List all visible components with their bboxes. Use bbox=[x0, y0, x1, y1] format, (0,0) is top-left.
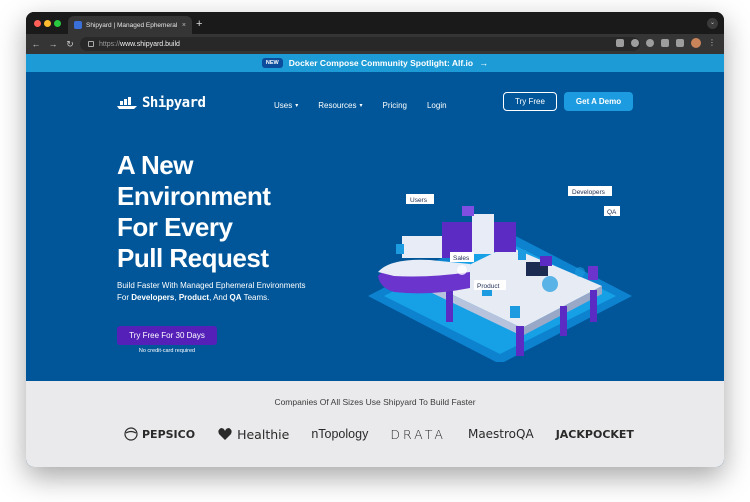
shipyard-logo[interactable]: Shipyard bbox=[117, 95, 206, 111]
try-free-30-days-button[interactable]: Try Free For 30 Days bbox=[117, 326, 217, 345]
url-host: www.shipyard.build bbox=[120, 40, 180, 48]
customer-logos-section: Companies Of All Sizes Use Shipyard To B… bbox=[26, 381, 724, 467]
browser-window: Shipyard | Managed Ephemeral × + ⌄ ← → ↻… bbox=[26, 12, 724, 467]
label-developers: Developers bbox=[572, 189, 606, 196]
bookmark-star-icon[interactable] bbox=[631, 39, 639, 47]
nav-pricing[interactable]: Pricing bbox=[383, 101, 407, 110]
back-arrow-icon[interactable]: ← bbox=[29, 39, 43, 49]
tab-title: Shipyard | Managed Ephemeral bbox=[86, 21, 178, 29]
nav-resources[interactable]: Resources ▾ bbox=[318, 101, 362, 110]
toolbar-icons: ⋮ bbox=[616, 38, 716, 48]
hero-title-line: Pull Request bbox=[117, 243, 269, 273]
pepsico-logo: PEPSICO bbox=[124, 427, 195, 441]
logo-text: Shipyard bbox=[142, 95, 206, 111]
label-users: Users bbox=[410, 197, 428, 204]
hero-subtitle: Build Faster With Managed Ephemeral Envi… bbox=[117, 281, 306, 302]
healthie-heart-icon bbox=[218, 428, 232, 440]
minimize-window-button[interactable] bbox=[44, 20, 51, 27]
site-navigation: Shipyard Uses ▾ Resources ▾ Pricing Logi… bbox=[26, 72, 724, 130]
nav-uses[interactable]: Uses ▾ bbox=[274, 101, 298, 110]
shipyard-favicon-icon bbox=[74, 21, 82, 29]
label-sales: Sales bbox=[453, 255, 470, 262]
new-tab-button[interactable]: + bbox=[196, 17, 202, 31]
hero-title-line: Environment bbox=[117, 181, 271, 211]
hero-title: A New Environment For Every Pull Request bbox=[117, 150, 337, 274]
ntopology-logo: nTopology bbox=[311, 427, 369, 441]
try-free-button[interactable]: Try Free bbox=[503, 92, 557, 111]
puzzle-extensions-icon[interactable] bbox=[661, 39, 669, 47]
web-page: NEW Docker Compose Community Spotlight: … bbox=[26, 54, 724, 467]
new-badge: NEW bbox=[261, 58, 283, 68]
palette-extension-icon[interactable] bbox=[646, 39, 654, 47]
chevron-down-icon: ▾ bbox=[295, 103, 299, 109]
nav-login[interactable]: Login bbox=[427, 101, 447, 110]
forward-arrow-icon[interactable]: → bbox=[46, 39, 60, 49]
zoom-window-button[interactable] bbox=[54, 20, 61, 27]
close-window-button[interactable] bbox=[34, 20, 41, 27]
nav-uses-label: Uses bbox=[274, 101, 293, 110]
drata-logo: DRATA bbox=[390, 426, 446, 442]
address-bar[interactable]: https://www.shipyard.build bbox=[80, 37, 640, 51]
url-protocol: https:// bbox=[99, 40, 121, 48]
hero-illustration: Users Developers QA Sales Product bbox=[368, 186, 632, 362]
get-demo-button[interactable]: Get A Demo bbox=[564, 92, 633, 111]
sidebar-icon[interactable] bbox=[676, 39, 684, 47]
browser-toolbar: ← → ↻ https://www.shipyard.build ⋮ bbox=[26, 34, 724, 54]
healthie-logo: Healthie bbox=[217, 426, 289, 442]
arrow-right-icon: → bbox=[479, 58, 489, 68]
more-menu-icon[interactable]: ⋮ bbox=[708, 39, 716, 47]
ship-logo-icon bbox=[117, 96, 137, 110]
label-product: Product bbox=[477, 283, 500, 290]
tab-search-chevron-icon[interactable]: ⌄ bbox=[707, 18, 718, 29]
reload-icon[interactable]: ↻ bbox=[63, 39, 77, 50]
healthie-text: Healthie bbox=[237, 426, 290, 442]
no-credit-card-note: No credit-card required bbox=[138, 348, 196, 354]
tab-close-icon[interactable]: × bbox=[182, 22, 186, 29]
logos-row: PEPSICO Healthie nTopology DRATA Maestro… bbox=[124, 423, 634, 445]
tab-strip: Shipyard | Managed Ephemeral × + ⌄ bbox=[26, 12, 724, 34]
logos-heading: Companies Of All Sizes Use Shipyard To B… bbox=[274, 397, 476, 407]
profile-avatar[interactable] bbox=[691, 38, 701, 48]
pepsico-globe-icon bbox=[124, 427, 138, 441]
hero-title-line: A New bbox=[117, 150, 194, 180]
share-icon[interactable] bbox=[616, 39, 624, 47]
chevron-down-icon: ▾ bbox=[359, 103, 363, 109]
jackpocket-logo: JACKPOCKET bbox=[555, 427, 634, 441]
pepsico-text: PEPSICO bbox=[142, 427, 196, 441]
hero-title-line: For Every bbox=[117, 212, 233, 242]
maestroqa-logo: MaestroQA bbox=[467, 427, 534, 441]
browser-tab-active[interactable]: Shipyard | Managed Ephemeral × bbox=[68, 16, 192, 34]
announcement-text[interactable]: Docker Compose Community Spotlight: Alf.… bbox=[289, 58, 473, 68]
nav-links: Uses ▾ Resources ▾ Pricing Login bbox=[274, 101, 447, 110]
nav-resources-label: Resources bbox=[318, 101, 357, 110]
announcement-bar[interactable]: NEW Docker Compose Community Spotlight: … bbox=[26, 54, 724, 72]
lock-icon bbox=[88, 41, 94, 47]
label-qa: QA bbox=[607, 209, 617, 216]
